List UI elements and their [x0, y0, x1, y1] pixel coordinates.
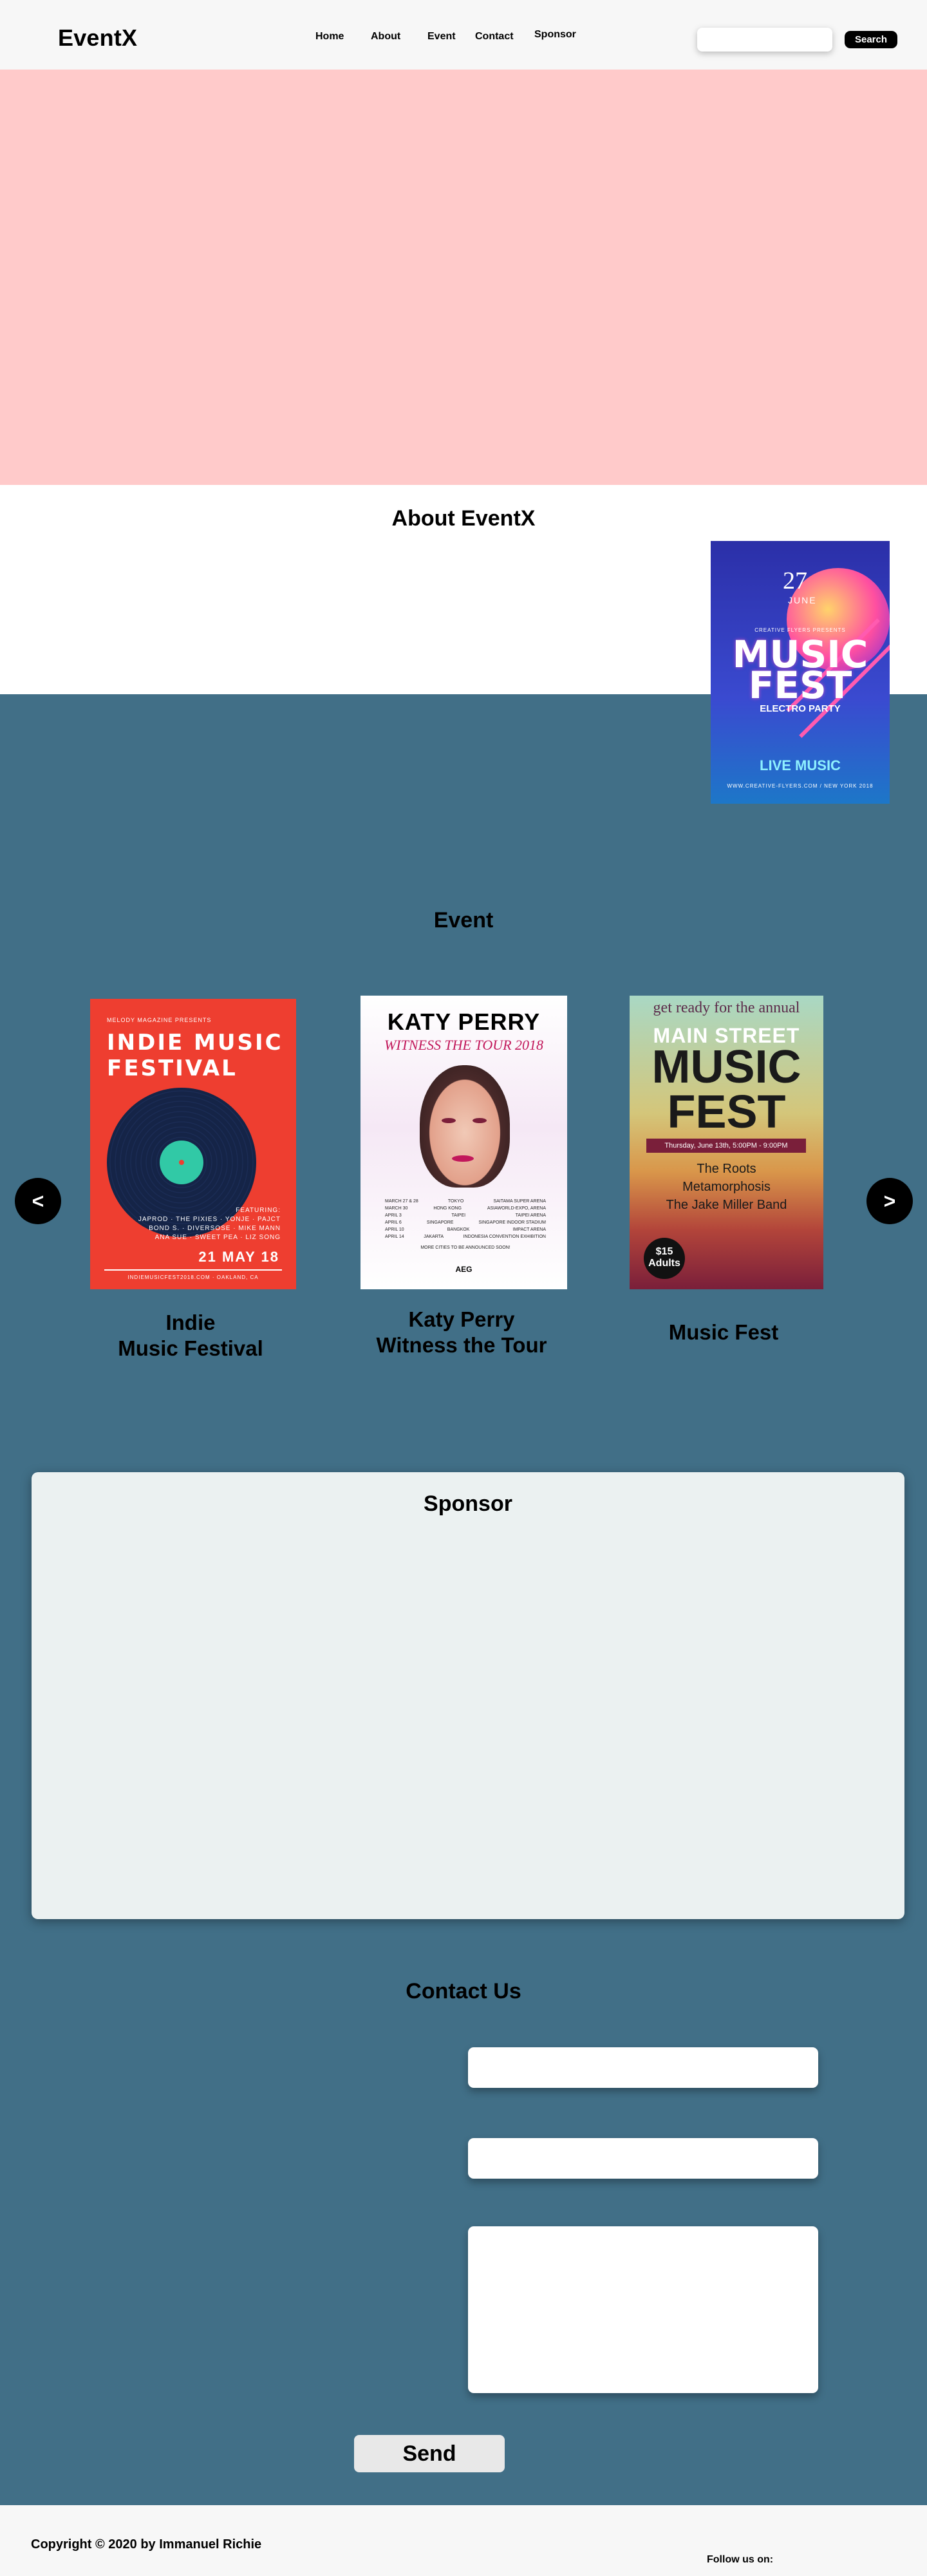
- portrait-lips: [452, 1155, 474, 1162]
- poster-artists-1: JAPROD · THE PIXIES · YONJE · PAJCT: [138, 1216, 281, 1223]
- poster-subtitle: ELECTRO PARTY: [760, 703, 841, 714]
- carousel-prev-button[interactable]: <: [15, 1178, 61, 1224]
- event-caption-line2: Music Festival: [118, 1336, 263, 1360]
- sponsor-card: Sponsor: [32, 1472, 904, 1919]
- tour-more-text: MORE CITIES TO BE ANNOUNCED SOON!: [420, 1245, 510, 1250]
- footer-follow-label: Follow us on:: [707, 2554, 774, 2565]
- event-caption-music-fest[interactable]: Music Fest: [608, 1320, 839, 1345]
- poster-presenter: MELODY MAGAZINE PRESENTS: [107, 1017, 212, 1023]
- footer-copyright: Copyright © 2020 by Immanuel Richie: [31, 2537, 262, 2552]
- search-input[interactable]: [697, 28, 832, 52]
- event-caption-line1: Music Fest: [668, 1320, 779, 1344]
- poster-title: KATY PERRY: [387, 1009, 541, 1035]
- poster-band-3: The Jake Miller Band: [666, 1198, 787, 1212]
- poster-music-fest: MUSIC FEST: [630, 1041, 823, 1138]
- poster-get-ready: get ready for the annual: [653, 999, 800, 1016]
- poster-date: 27: [783, 567, 807, 594]
- event-caption-line1: Katy Perry: [408, 1307, 515, 1331]
- event-title: Event: [433, 908, 494, 933]
- brand-logo[interactable]: EventX: [58, 24, 137, 52]
- poster-band-2: Metamorphosis: [682, 1180, 771, 1194]
- poster-artists-2: BOND S. · DIVERSOSE · MIKE MANN: [149, 1225, 281, 1232]
- tour-date-row: APRIL 14 JAKARTA INDONESIA CONVENTION EXHI…: [385, 1235, 546, 1239]
- send-button[interactable]: Send: [354, 2435, 505, 2472]
- poster-tagline: LIVE MUSIC: [760, 757, 841, 773]
- nav-link-about[interactable]: About: [371, 31, 400, 43]
- poster-url: WWW.CREATIVE-FLYERS.COM / NEW YORK 2018: [727, 783, 874, 789]
- poster-date: 21 MAY 18: [198, 1249, 279, 1265]
- poster-artists-3: ANA SUE · SWEET PEA · LIZ SONG: [154, 1234, 281, 1241]
- poster-music: MUSIC: [651, 1041, 801, 1093]
- poster-lineup: FEATURING: JAPROD · THE PIXIES · YONJE ·…: [138, 1206, 281, 1242]
- event-card-indie-poster[interactable]: MELODY MAGAZINE PRESENTS INDIE MUSIC FES…: [90, 999, 296, 1289]
- poster-featuring: FEATURING:: [236, 1207, 281, 1214]
- contact-name-input[interactable]: [468, 2047, 818, 2088]
- contact-title: Contact Us: [406, 1979, 521, 2003]
- poster-url: INDIEMUSICFEST2018.COM · OAKLAND, CA: [127, 1274, 259, 1280]
- poster-month: JUNE: [788, 595, 817, 605]
- poster-title-line1: INDIE MUSIC: [107, 1030, 283, 1056]
- contact-email-input[interactable]: [468, 2138, 818, 2179]
- tour-date-row: MARCH 27 & 28 TOKYO SAITAMA SUPER ARENA: [385, 1199, 546, 1204]
- event-card-katy-perry-poster[interactable]: KATY PERRY WITNESS THE TOUR 2018 MARCH 2…: [360, 996, 567, 1289]
- poster-price: $15: [655, 1246, 673, 1257]
- tour-date-row: MARCH 30 HONG KONG ASIAWORLD-EXPO, ARENA: [385, 1206, 546, 1211]
- about-title: About EventX: [391, 506, 536, 531]
- tour-date-row: APRIL 10 BANGKOK IMPACT ARENA: [385, 1227, 546, 1232]
- poster-fest: FEST: [667, 1086, 786, 1138]
- search-button[interactable]: Search: [845, 31, 897, 48]
- contact-message-textarea[interactable]: [468, 2226, 818, 2393]
- event-caption-katy-perry[interactable]: Katy Perry Witness the Tour: [346, 1307, 577, 1358]
- poster-promoter: AEG: [455, 1265, 473, 1274]
- poster-title: INDIE MUSIC FESTIVAL: [107, 1030, 283, 1081]
- nav-link-event[interactable]: Event: [427, 31, 456, 43]
- event-caption-line1: Indie: [165, 1311, 216, 1334]
- portrait-eye: [442, 1118, 456, 1123]
- poster-band-1: The Roots: [697, 1162, 756, 1176]
- poster-title-line2: FESTIVAL: [107, 1056, 238, 1081]
- poster-subtitle: WITNESS THE TOUR 2018: [384, 1037, 544, 1053]
- nav-link-sponsor[interactable]: Sponsor: [534, 29, 576, 41]
- vinyl-label: [160, 1141, 203, 1184]
- vinyl-hole: [179, 1160, 184, 1165]
- poster-price-badge: $15 Adults: [644, 1238, 685, 1279]
- tour-date-row: APRIL 3 TAIPEI TAIPEI ARENA: [385, 1213, 546, 1218]
- poster-date: Thursday, June 13th, 5:00PM - 9:00PM: [646, 1139, 806, 1153]
- portrait-eye: [473, 1118, 487, 1123]
- sponsor-title: Sponsor: [424, 1492, 512, 1516]
- poster-price-label: Adults: [648, 1258, 680, 1269]
- about-poster-image: 27 JUNE CREATIVE FLYERS PRESENTS MUSIC F…: [711, 541, 890, 804]
- event-caption-indie[interactable]: Indie Music Festival: [75, 1310, 306, 1361]
- nav-link-contact[interactable]: Contact: [475, 31, 514, 43]
- hero-banner: [0, 70, 927, 485]
- footer: Copyright © 2020 by Immanuel Richie Foll…: [0, 2505, 927, 2576]
- poster-title-line2: FEST: [748, 663, 852, 707]
- carousel-next-button[interactable]: >: [866, 1178, 913, 1224]
- nav-link-home[interactable]: Home: [315, 31, 344, 43]
- poster-divider: [104, 1269, 282, 1271]
- navbar: EventX Home About Event Contact Sponsor …: [0, 0, 927, 70]
- portrait-graphic: [420, 1065, 510, 1188]
- tour-dates-table: MARCH 27 & 28 TOKYO SAITAMA SUPER ARENA MA…: [385, 1198, 546, 1251]
- event-card-music-fest-poster[interactable]: get ready for the annual MAIN STREET MUS…: [630, 996, 823, 1289]
- event-caption-line2: Witness the Tour: [376, 1333, 547, 1357]
- tour-date-row: APRIL 6 SINGAPORE SINGAPORE INDOOR STADIUM: [385, 1220, 546, 1225]
